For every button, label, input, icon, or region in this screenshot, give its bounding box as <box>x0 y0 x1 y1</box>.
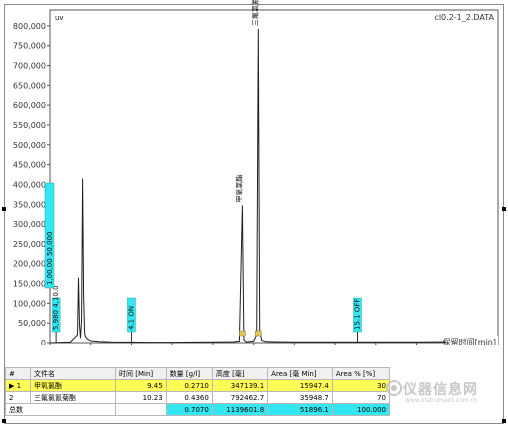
header-area: Area [毫 Min] <box>267 367 333 380</box>
y-tick-label: 300,000 <box>13 220 46 229</box>
total-amount: 0.7070 <box>165 403 213 416</box>
watermark-logo-icon <box>386 380 402 396</box>
x-axis-label: 保留时间[min] <box>443 337 496 345</box>
row-index: ▶ 1 <box>5 379 31 392</box>
corner-label: uv <box>55 14 64 22</box>
resize-handle-left[interactable] <box>2 207 6 211</box>
row-amount: 0.4360 <box>165 391 213 404</box>
row-index-value: 2 <box>9 393 14 402</box>
y-tick-label: 550,000 <box>13 121 46 130</box>
y-tick-label: 650,000 <box>13 81 46 90</box>
watermark-url: www.instrument.com.cn <box>405 397 478 404</box>
table-total-row: 总数 0.7070 1139601.8 51896.1 100.000 <box>5 403 391 416</box>
left-range-marker-text: 1,00,00 50,000 <box>46 232 54 285</box>
total-height: 1139601.8 <box>211 403 269 416</box>
header-name: 文件名 <box>30 367 116 380</box>
row-index-value: 1 <box>16 381 22 390</box>
y-tick-label: 700,000 <box>13 62 46 71</box>
row-height: 347139.1 <box>211 379 269 392</box>
watermark-title: 仪器信息网 <box>403 382 478 398</box>
row-time: 9.45 <box>115 379 167 392</box>
y-tick-label: 100,000 <box>13 299 46 308</box>
y-tick-label: 350,000 <box>13 200 46 209</box>
site-watermark: 仪器信息网 www.instrument.com.cn <box>385 377 505 417</box>
results-table: # 文件名 时间 [Min] 数量 [g/l] 高度 [毫] Area [毫 M… <box>5 367 391 416</box>
row-name: 三氟氯氰菊酯 <box>30 391 116 404</box>
y-tick-label: 150,000 <box>13 280 46 289</box>
row-pointer-icon: ▶ <box>9 381 15 390</box>
peak-label: 甲氧氯酯 <box>234 174 243 202</box>
row-area: 35948.7 <box>267 391 333 404</box>
event-marker-text: 4.1 ON <box>127 306 135 330</box>
event-marker-text: 5,980 4,10.0 <box>52 285 60 330</box>
row-area-pct: 70 <box>331 391 391 404</box>
y-axis: 0 50,000 100,000 150,000 200,000 250,000 300,0… <box>13 22 50 345</box>
table-row[interactable]: 2 三氟氯氰菊酯 10.23 0.4360 792462.7 35948.7 7… <box>5 391 391 404</box>
header-height: 高度 [毫] <box>211 367 269 380</box>
y-tick-label: 0 <box>41 339 46 345</box>
header-amount: 数量 [g/l] <box>165 367 213 380</box>
resize-handle-right[interactable] <box>502 207 506 211</box>
y-tick-label: 50,000 <box>18 319 46 328</box>
table-row[interactable]: ▶ 1 甲氧氯酯 9.45 0.2710 347139.1 15947.4 30 <box>5 379 391 392</box>
y-tick-label: 600,000 <box>13 101 46 110</box>
resize-handle-bottom-right[interactable] <box>502 419 506 423</box>
row-index: 2 <box>5 391 31 404</box>
y-tick-label: 450,000 <box>13 161 46 170</box>
total-area-pct: 100.000 <box>331 403 391 416</box>
row-amount: 0.2710 <box>165 379 213 392</box>
header-index: # <box>5 367 31 380</box>
peak-baseline-marker <box>239 330 246 337</box>
y-tick-label: 250,000 <box>13 240 46 249</box>
header-area-pct: Area % [%] <box>331 367 391 380</box>
y-tick-label: 750,000 <box>13 42 46 51</box>
peak-label: 三氟氯氰菊酯 <box>250 0 259 26</box>
y-tick-label: 500,000 <box>13 141 46 150</box>
y-tick-label: 200,000 <box>13 260 46 269</box>
row-time: 10.23 <box>115 391 167 404</box>
total-area: 51896.1 <box>267 403 333 416</box>
row-height: 792462.7 <box>211 391 269 404</box>
plot-frame <box>49 9 499 344</box>
header-time: 时间 [Min] <box>115 367 167 380</box>
y-tick-label: 400,000 <box>13 180 46 189</box>
event-marker-text: 15.1 OFF <box>353 299 361 330</box>
peak-baseline-marker <box>255 330 262 337</box>
file-label: cl0.2-1_2.DATA <box>434 13 494 22</box>
y-tick-label: 800,000 <box>13 22 46 31</box>
row-area-pct: 30 <box>331 379 391 392</box>
total-label: 总数 <box>5 403 31 416</box>
row-name: 甲氧氯酯 <box>30 379 116 392</box>
row-area: 15947.4 <box>267 379 333 392</box>
chromatogram-chart: 0 50,000 100,000 150,000 200,000 250,000 300,0… <box>13 0 499 345</box>
table-header-row: # 文件名 时间 [Min] 数量 [g/l] 高度 [毫] Area [毫 M… <box>5 367 391 380</box>
